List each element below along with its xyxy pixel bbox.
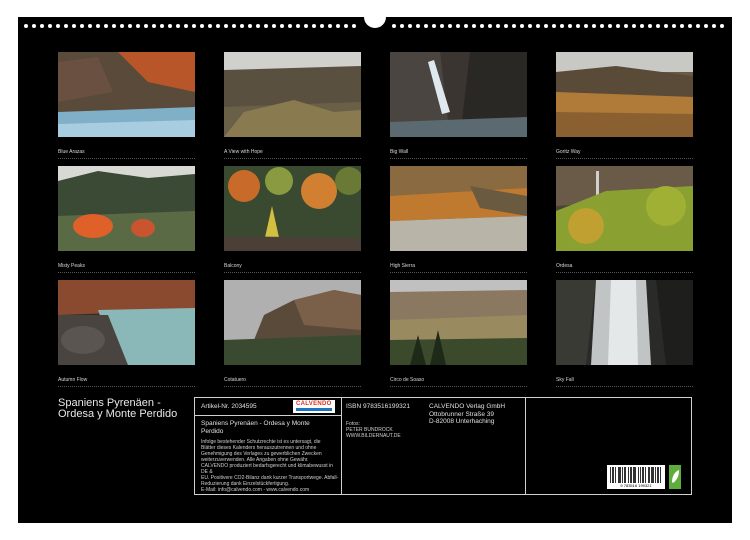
dotted-rule [556, 386, 693, 387]
photo-caption: Balcony [224, 263, 242, 269]
photo-thumbnail [390, 52, 527, 137]
photo-thumbnail [58, 280, 195, 365]
photo-caption: Sky Fall [556, 377, 574, 383]
dotted-rule [224, 272, 361, 273]
eco-leaf-icon [669, 465, 681, 489]
photo-thumbnail [224, 280, 361, 365]
photo-caption: High Sierra [390, 263, 416, 269]
photo-caption: A View with Hope [224, 149, 263, 155]
photo-thumbnail [58, 166, 195, 251]
dotted-rule [58, 158, 195, 159]
photo-thumbnail [224, 166, 361, 251]
photo-caption: Goritz Way [556, 149, 581, 155]
photo-thumbnail [390, 166, 527, 251]
calendar-back-cover: Blue Arazas A View with Hope Big Wall Gorit… [18, 16, 732, 523]
photo-thumbnail [58, 52, 195, 137]
dotted-rule [390, 158, 527, 159]
dotted-rule [556, 158, 693, 159]
calendar-title: Spaniens Pyrenäen - Ordesa y Monte Perdi… [58, 397, 178, 420]
dotted-rule [224, 158, 361, 159]
photo-caption: Autumn Flow [58, 377, 88, 383]
article-number: Artikel-Nr. 2034595 [201, 403, 257, 410]
barcode-digits: 9 783516 199321 [609, 483, 663, 488]
photo-caption: Ordesa [556, 263, 573, 269]
info-box: Artikel-Nr. 2034595 CALVENDO Spaniens Py… [194, 397, 692, 495]
info-subtitle: Spaniens Pyrenäen - Ordesa y Monte Perdi… [201, 420, 310, 435]
photo-thumbnail [390, 280, 527, 365]
photo-caption: Big Wall [390, 149, 409, 155]
photo-credit: Fotos: PETER BUNDROCK WWW.BILDERNAUT.DE [346, 421, 401, 439]
photo-caption: Cotatuero [224, 377, 246, 383]
publisher-address: CALVENDO Verlag GmbH Ottobrunner Straße 3… [429, 403, 506, 425]
photo-thumbnail [224, 52, 361, 137]
photo-thumbnail [556, 166, 693, 251]
calvendo-logo: CALVENDO [293, 400, 335, 413]
dotted-rule [556, 272, 693, 273]
dotted-rule [58, 386, 195, 387]
legal-text: Infolge bestehender Schutzrechte ist es … [201, 439, 339, 493]
photo-caption: Misty Peaks [58, 263, 85, 269]
dotted-rule [390, 386, 527, 387]
photo-caption: Blue Arazas [58, 149, 85, 155]
barcode: 9 783516 199321 [607, 465, 665, 489]
photo-thumbnail [556, 52, 693, 137]
photo-thumbnail [556, 280, 693, 365]
photo-caption: Circo de Soaso [390, 377, 425, 383]
dotted-rule [224, 386, 361, 387]
dotted-rule [58, 272, 195, 273]
dotted-rule [390, 272, 527, 273]
isbn: ISBN 9783516199321 [346, 403, 410, 410]
